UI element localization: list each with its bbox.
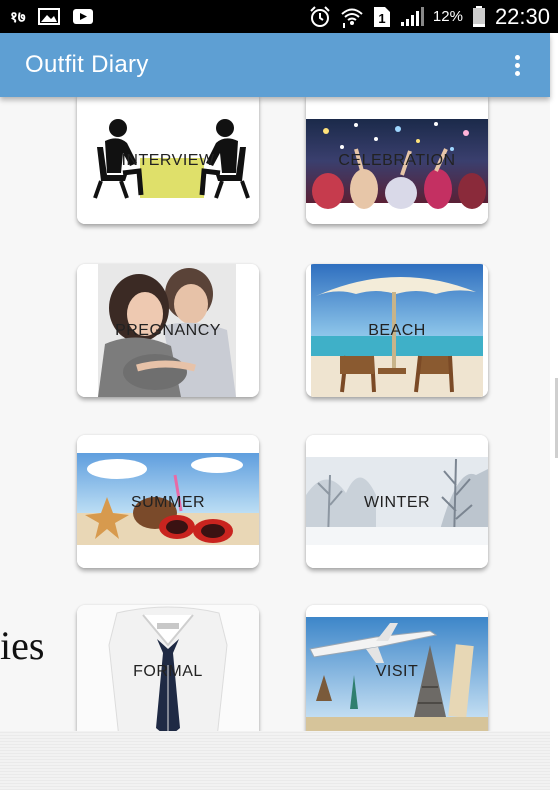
alarm-icon <box>309 5 331 28</box>
category-card-beach[interactable]: BEACH <box>306 264 488 397</box>
category-card-interview[interactable]: INTERVIEW <box>77 97 259 224</box>
sim-icon: 1 <box>373 6 391 28</box>
app-bar: Outfit Diary <box>0 33 550 97</box>
carrier-text: १७ <box>10 7 26 26</box>
category-label: PREGNANCY <box>115 322 221 339</box>
more-vert-icon[interactable] <box>505 51 529 79</box>
category-card-summer[interactable]: SUMMER <box>77 435 259 568</box>
video-icon <box>72 8 94 25</box>
status-bar: १७ 1 12% 22:30 <box>0 0 558 33</box>
category-label: VISIT <box>375 663 419 680</box>
wifi-icon <box>340 6 364 28</box>
clock-time: 22:30 <box>494 3 550 29</box>
bottom-area <box>0 731 550 790</box>
battery-percent: 12% <box>432 8 463 25</box>
category-label: CELEBRATION <box>338 152 456 169</box>
overlay-text-fragment: ies <box>0 623 45 668</box>
category-card-formal[interactable]: FORMAL <box>77 605 259 731</box>
category-label: INTERVIEW <box>121 152 215 169</box>
category-card-winter[interactable]: WINTER <box>306 435 488 568</box>
category-card-celebration[interactable]: CELEBRATION <box>306 97 488 224</box>
category-label: FORMAL <box>133 663 203 680</box>
category-label: WINTER <box>363 494 431 511</box>
category-card-pregnancy[interactable]: PREGNANCY <box>77 264 259 397</box>
category-label: BEACH <box>368 322 426 339</box>
image-icon <box>37 8 60 25</box>
battery-icon <box>472 5 486 28</box>
category-grid: INTERVIEW CELEBRATION PREGNANCY BEACH SU… <box>0 97 550 731</box>
svg-text:1: 1 <box>378 11 385 26</box>
signal-icon <box>400 6 424 27</box>
app-title: Outfit Diary <box>25 51 149 78</box>
category-card-visit[interactable]: VISIT <box>306 605 488 731</box>
category-label: SUMMER <box>130 494 206 511</box>
